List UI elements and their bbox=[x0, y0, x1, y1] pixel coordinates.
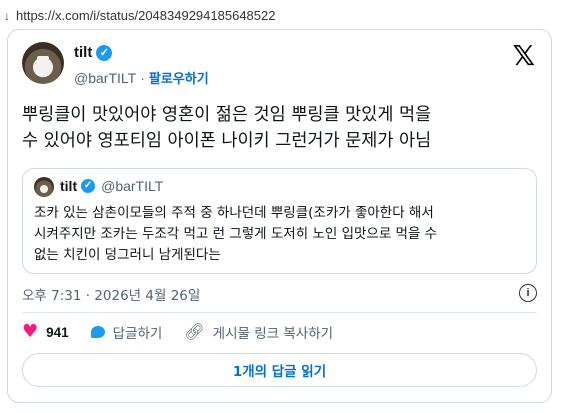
tweet-timestamp[interactable]: 오후 7:31 · 2026년 4월 26일 bbox=[22, 284, 200, 304]
quoted-display-name: tilt bbox=[60, 178, 78, 194]
browser-url-bar: ↓ https://x.com/i/status/204834929418564… bbox=[4, 8, 275, 23]
link-icon: 🔗︎ bbox=[184, 322, 205, 341]
quoted-avatar bbox=[34, 177, 54, 197]
reply-label: 답글하기 bbox=[112, 326, 163, 342]
separator-dot: · bbox=[140, 69, 145, 86]
author-handle-row: @barTILT · 팔로우하기 bbox=[74, 68, 209, 88]
like-button[interactable]: ♥ 941 bbox=[22, 323, 69, 341]
author-handle[interactable]: @barTILT bbox=[74, 70, 136, 86]
read-replies-button[interactable]: 1개의 답글 읽기 bbox=[22, 353, 537, 387]
author-display-name[interactable]: tilt bbox=[74, 44, 92, 61]
tweet-card: tilt ✓ @barTILT · 팔로우하기 𝕏 뿌링클이 맛있어야 영혼이 … bbox=[7, 29, 552, 403]
avatar[interactable] bbox=[22, 42, 64, 84]
quoted-handle: @barTILT bbox=[101, 178, 164, 194]
quoted-verified-badge-icon: ✓ bbox=[81, 179, 96, 193]
heart-icon: ♥ bbox=[22, 321, 39, 342]
quoted-text: 조카 있는 삼촌이모들의 주적 중 하나던데 뿌링클(조카가 좋아한다 해서 시… bbox=[34, 205, 438, 263]
like-count: 941 bbox=[46, 324, 69, 340]
copy-link-button[interactable]: 🔗︎ 게시물 링크 복사하기 bbox=[184, 322, 334, 343]
copy-link-label: 게시물 링크 복사하기 bbox=[212, 326, 334, 342]
verified-badge-icon: ✓ bbox=[96, 44, 113, 61]
reply-button[interactable]: 답글하기 bbox=[90, 322, 163, 342]
download-arrow-icon[interactable]: ↓ bbox=[4, 9, 10, 23]
tweet-text: 뿌링클이 맛있어야 영혼이 젊은 것임 뿌링클 맛있게 먹을 수 있어야 영포티… bbox=[22, 105, 432, 151]
author-name-row: tilt ✓ bbox=[74, 44, 113, 61]
quoted-author-row: tilt ✓ @barTILT bbox=[60, 178, 163, 194]
x-logo-icon[interactable]: 𝕏 bbox=[512, 42, 535, 70]
follow-button[interactable]: 팔로우하기 bbox=[149, 68, 209, 87]
url-text[interactable]: https://x.com/i/status/20483492941856485… bbox=[16, 8, 275, 23]
quoted-tweet[interactable]: tilt ✓ @barTILT 조카 있는 삼촌이모들의 주적 중 하나던데 뿌… bbox=[22, 168, 537, 274]
divider bbox=[22, 312, 537, 313]
action-bar: ♥ 941 답글하기 🔗︎ 게시물 링크 복사하기 bbox=[22, 322, 355, 343]
reply-bubble-icon bbox=[90, 326, 105, 338]
info-icon[interactable]: i bbox=[519, 284, 537, 302]
